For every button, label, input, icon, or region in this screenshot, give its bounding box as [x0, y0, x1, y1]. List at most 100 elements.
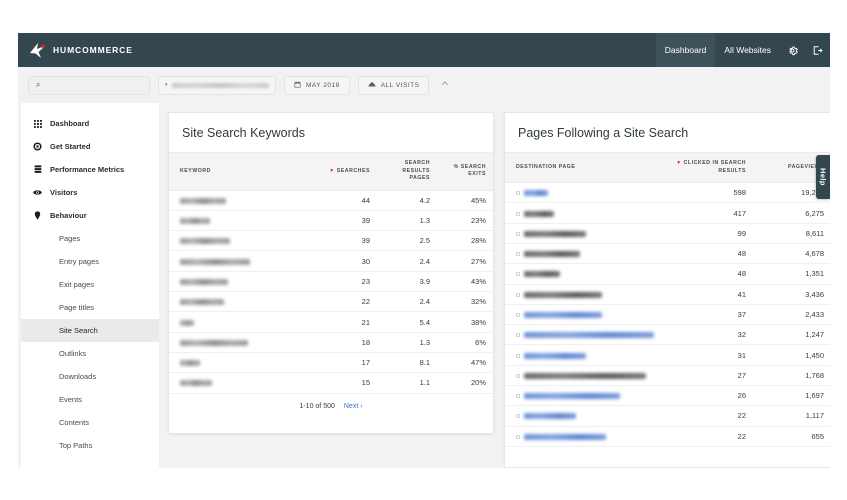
redacted-keyword: [180, 380, 212, 387]
column-header-searches[interactable]: ▼ SEARCHES: [317, 152, 379, 191]
table-row[interactable]: 30 2.4 27%: [169, 250, 493, 272]
table-row[interactable]: 37 2,433: [505, 304, 830, 326]
sidebar-item-label: Dashboard: [50, 119, 90, 128]
column-header-keyword[interactable]: KEYWORD: [169, 152, 317, 191]
segment-selector[interactable]: ALL VISITS: [357, 75, 430, 95]
top-navigation: Dashboard All Websites: [655, 33, 830, 67]
redacted-destination-page[interactable]: [524, 190, 548, 197]
table-row[interactable]: 27 1,768: [505, 365, 830, 387]
date-range-label: MAY 2018: [306, 81, 340, 89]
sidebar-item-get-started[interactable]: Get Started: [21, 135, 159, 158]
redacted-destination-page[interactable]: [524, 271, 560, 278]
sidebar-item-top-paths[interactable]: Top Paths: [21, 434, 159, 457]
sidebar-subitem-label: Contents: [59, 418, 90, 427]
cell-search-results-pages: 1.3: [379, 332, 439, 353]
column-label: % SEARCH EXITS: [453, 163, 486, 178]
sidebar-item-events[interactable]: Events: [21, 388, 159, 411]
table-row[interactable]: 44 4.2 45%: [169, 190, 493, 211]
table-row[interactable]: 41 3,436: [505, 284, 830, 305]
table-row[interactable]: 417 6,275: [505, 202, 830, 224]
sidebar-item-page-titles[interactable]: Page titles: [21, 296, 159, 319]
sidebar-item-exit-pages[interactable]: Exit pages: [21, 273, 159, 296]
collapse-icon[interactable]: [437, 80, 449, 90]
redacted-destination-page[interactable]: [524, 291, 602, 298]
column-header-destination-page[interactable]: DESTINATION PAGE: [505, 151, 667, 184]
pagination-range: 1-10 of 500: [299, 402, 335, 410]
cell-destination-page: [505, 344, 667, 366]
topnav-item-all-websites[interactable]: All Websites: [715, 33, 780, 67]
sidebar-item-contents[interactable]: Contents: [21, 411, 159, 434]
table-row[interactable]: 31 1,450: [505, 344, 830, 366]
sidebar-item-dashboard[interactable]: Dashboard: [21, 112, 159, 135]
report-panels: Site Search Keywords KEYWORD ▼ SEARCHES S…: [159, 103, 830, 468]
segment-label: ALL VISITS: [380, 81, 420, 89]
column-header-clicked-in-search-results[interactable]: ▼ CLICKED IN SEARCH RESULTS: [667, 151, 755, 184]
redacted-destination-page[interactable]: [524, 413, 576, 420]
table-row[interactable]: 22 1,117: [505, 405, 830, 427]
topnav-item-dashboard[interactable]: Dashboard: [655, 33, 716, 67]
redacted-destination-page[interactable]: [524, 393, 620, 400]
search-icon: ⌕: [36, 80, 41, 89]
table-row[interactable]: 21 5.4 38%: [169, 311, 493, 333]
caret-down-icon: ▾: [165, 82, 169, 88]
table-row[interactable]: 22 2.4 32%: [169, 291, 493, 313]
redacted-keyword: [180, 258, 250, 265]
redacted-keyword: [180, 218, 210, 225]
table-row[interactable]: 99 8,611: [505, 223, 830, 244]
sidebar-item-outlinks[interactable]: Outlinks: [21, 342, 159, 365]
redacted-destination-page[interactable]: [524, 372, 646, 379]
redacted-destination-page[interactable]: [524, 433, 606, 440]
sort-desc-icon: ▼: [676, 160, 682, 166]
table-row[interactable]: 32 1,247: [505, 324, 830, 346]
table-row[interactable]: 48 4,678: [505, 243, 830, 265]
main-body: Dashboard Get Started Performance Metric…: [18, 103, 830, 468]
grid-icon: [33, 119, 42, 128]
sidebar-item-visitors[interactable]: Visitors: [21, 181, 159, 204]
site-selector[interactable]: ▾: [158, 75, 276, 95]
table-row[interactable]: 598 19,294: [505, 182, 830, 204]
column-header-search-exits[interactable]: % SEARCH EXITS: [439, 152, 493, 191]
sidebar-item-downloads[interactable]: Downloads: [21, 365, 159, 388]
panel-title: Site Search Keywords: [182, 126, 305, 140]
table-row[interactable]: 48 1,351: [505, 263, 830, 285]
column-header-search-results-pages[interactable]: SEARCH RESULTS PAGES: [379, 152, 439, 191]
table-row[interactable]: 15 1.1 20%: [169, 372, 493, 394]
table-row[interactable]: 18 1.3 6%: [169, 332, 493, 353]
cell-search-exits: 6%: [439, 332, 493, 353]
redacted-destination-page[interactable]: [524, 332, 654, 339]
cell-search-results-pages: 5.4: [379, 311, 439, 333]
pagination: 1-10 of 500 Next ›: [169, 394, 493, 410]
cell-clicked-in-search-results: 22: [667, 405, 755, 427]
search-input[interactable]: ⌕: [28, 75, 150, 95]
gear-icon[interactable]: [780, 33, 805, 67]
logout-icon[interactable]: [805, 33, 830, 67]
sidebar-subitem-label: Top Paths: [59, 441, 93, 450]
date-range-selector[interactable]: MAY 2018: [284, 75, 350, 95]
cell-search-exits: 45%: [439, 190, 493, 211]
brand-logo[interactable]: HUMCOMMERCE: [18, 42, 133, 59]
sidebar-item-pages[interactable]: Pages: [21, 227, 159, 250]
pagination-next-button[interactable]: Next ›: [344, 403, 363, 410]
cell-destination-page: [505, 426, 667, 447]
redacted-destination-page[interactable]: [524, 210, 554, 217]
page-marker-icon: [516, 313, 520, 317]
sidebar-item-site-search[interactable]: Site Search: [21, 319, 159, 342]
table-row[interactable]: 39 2.5 28%: [169, 230, 493, 252]
redacted-destination-page[interactable]: [524, 352, 586, 359]
sidebar-item-performance-metrics[interactable]: Performance Metrics: [21, 158, 159, 181]
table-row[interactable]: 17 8.1 47%: [169, 352, 493, 374]
sidebar-item-behaviour[interactable]: Behaviour: [21, 204, 159, 227]
table-row[interactable]: 22 655: [505, 426, 830, 447]
redacted-destination-page[interactable]: [524, 251, 580, 258]
cell-search-results-pages: 2.4: [379, 250, 439, 272]
table-row[interactable]: 39 1.3 23%: [169, 210, 493, 232]
redacted-destination-page[interactable]: [524, 312, 602, 318]
help-tab[interactable]: Help: [816, 155, 830, 199]
table-row[interactable]: 26 1,697: [505, 385, 830, 407]
cell-pageviews: 1,351: [755, 263, 830, 285]
sidebar-item-entry-pages[interactable]: Entry pages: [21, 250, 159, 273]
redacted-keyword: [180, 197, 226, 204]
table-row[interactable]: 23 3.9 43%: [169, 271, 493, 293]
cell-searches: 18: [317, 332, 379, 353]
redacted-destination-page[interactable]: [524, 230, 586, 237]
